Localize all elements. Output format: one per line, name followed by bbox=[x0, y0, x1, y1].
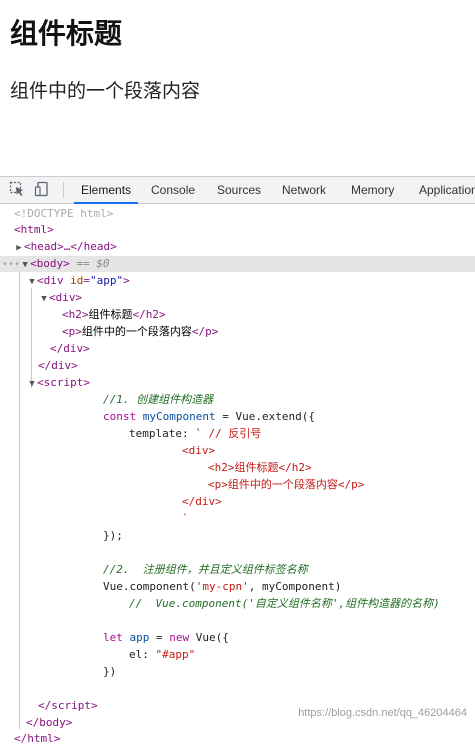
inner-div-node[interactable]: ▼ <div> bbox=[0, 290, 475, 306]
inspect-cursor-icon[interactable] bbox=[9, 181, 25, 197]
inner-div-close: </div> bbox=[50, 342, 90, 355]
script-comment: //1. 创建组件构造器 bbox=[103, 393, 214, 406]
collapse-triangle-icon[interactable]: ▼ bbox=[27, 376, 37, 392]
script-line: Vue.component('my-cpn', myComponent) bbox=[103, 580, 342, 593]
script-line: }); bbox=[103, 529, 123, 542]
collapse-triangle-icon[interactable]: ▼ bbox=[27, 274, 37, 290]
script-line: }) bbox=[103, 665, 117, 678]
script-comment: // Vue.component('自定义组件名称',组件构造器的名称) bbox=[129, 597, 440, 610]
script-line: let app = new Vue({ bbox=[103, 631, 229, 644]
template-line: </div> bbox=[182, 495, 222, 508]
collapse-triangle-icon[interactable]: ▼ bbox=[39, 291, 49, 307]
tab-console[interactable]: Console bbox=[151, 177, 195, 203]
doctype-node[interactable]: <!DOCTYPE html> bbox=[0, 206, 475, 222]
rendered-page: 组件标题 组件中的一个段落内容 bbox=[0, 0, 475, 170]
template-line: <p>组件中的一个段落内容</p> bbox=[208, 478, 365, 491]
tab-network[interactable]: Network bbox=[282, 177, 326, 203]
tab-application[interactable]: Application bbox=[419, 177, 475, 203]
device-toggle-icon[interactable] bbox=[34, 181, 50, 197]
component-heading: 组件标题 bbox=[10, 18, 123, 49]
tab-memory[interactable]: Memory bbox=[351, 177, 394, 203]
tab-elements[interactable]: Elements bbox=[73, 177, 139, 204]
script-comment: //2. 注册组件，并且定义组件标签名称 bbox=[103, 563, 308, 576]
div-app-node[interactable]: ▼ <div id="app"> bbox=[0, 273, 475, 289]
script-line: template: ` // 反引号 bbox=[129, 427, 262, 440]
p-node[interactable]: <p>组件中的一个段落内容</p> bbox=[0, 324, 475, 340]
toolbar-divider bbox=[63, 182, 64, 198]
html-close: </html> bbox=[14, 732, 61, 745]
devtools-toolbar: Elements Console Sources Network Memory … bbox=[0, 177, 475, 204]
tab-sources[interactable]: Sources bbox=[217, 177, 261, 203]
html-node[interactable]: <html> bbox=[0, 222, 475, 238]
elements-tree: <!DOCTYPE html> <html> ▶ <head>…</head> •… bbox=[0, 204, 475, 745]
script-node[interactable]: ▼ <script> bbox=[0, 375, 475, 391]
devtools-panel: Elements Console Sources Network Memory … bbox=[0, 176, 475, 745]
expand-triangle-icon[interactable]: ▶ bbox=[14, 240, 24, 256]
watermark: https://blog.csdn.net/qq_46204464 bbox=[298, 707, 467, 719]
template-line: ` bbox=[182, 512, 189, 525]
body-node[interactable]: ••• ▼ <body> == $0 bbox=[0, 256, 475, 272]
script-line: const myComponent = Vue.extend({ bbox=[103, 410, 315, 423]
component-paragraph: 组件中的一个段落内容 bbox=[10, 81, 201, 102]
template-line: <h2>组件标题</h2> bbox=[208, 461, 312, 474]
collapse-triangle-icon[interactable]: ▼ bbox=[20, 257, 30, 273]
head-node[interactable]: ▶ <head>…</head> bbox=[0, 239, 475, 255]
div-app-close: </div> bbox=[38, 359, 78, 372]
h2-node[interactable]: <h2>组件标题</h2> bbox=[0, 307, 475, 323]
script-line: el: "#app" bbox=[129, 648, 196, 661]
template-line: <div> bbox=[182, 444, 216, 457]
